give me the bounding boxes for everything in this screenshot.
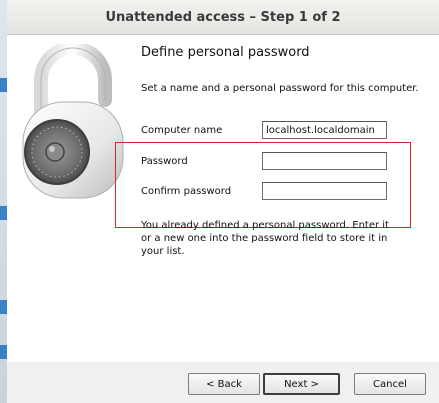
password-label: Password	[141, 156, 188, 167]
confirm-password-label: Confirm password	[141, 186, 232, 197]
info-note: You already defined a personal password.…	[141, 220, 389, 257]
computer-name-label: Computer name	[141, 125, 223, 136]
page-heading: Define personal password	[141, 45, 310, 60]
back-button[interactable]: < Back	[188, 373, 260, 395]
background-blue-fragment	[0, 78, 7, 92]
unattended-access-dialog: Unattended access – Step 1 of 2 Define p…	[7, 0, 439, 403]
title-bar[interactable]: Unattended access – Step 1 of 2	[7, 0, 439, 35]
computer-name-field[interactable]	[262, 121, 387, 139]
window-title: Unattended access – Step 1 of 2	[105, 9, 341, 25]
cancel-button[interactable]: Cancel	[354, 373, 426, 395]
background-blue-fragment	[0, 206, 7, 220]
next-button[interactable]: Next >	[263, 373, 340, 395]
background-blue-fragment	[0, 345, 7, 359]
password-field[interactable]	[262, 152, 387, 170]
padlock-icon	[22, 44, 124, 199]
confirm-password-field[interactable]	[262, 182, 387, 200]
background-blue-fragment	[0, 300, 7, 314]
page-description: Set a name and a personal password for t…	[141, 83, 419, 94]
